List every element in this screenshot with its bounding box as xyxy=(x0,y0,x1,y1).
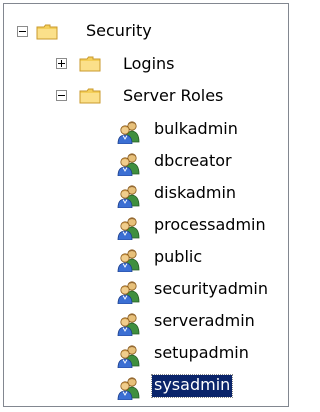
tree-node-label[interactable]: Server Roles xyxy=(121,86,225,108)
server-role-icon xyxy=(117,377,140,400)
server-role-icon xyxy=(117,121,140,144)
server-role-icon xyxy=(117,217,140,240)
expand-icon[interactable] xyxy=(56,58,67,69)
tree-node-label[interactable]: processadmin xyxy=(152,215,268,237)
object-explorer-tree[interactable]: Security Logins Server Roles bulkadmin d… xyxy=(3,3,289,407)
tree-node-label[interactable]: serveradmin xyxy=(152,311,257,333)
server-role-icon xyxy=(117,185,140,208)
server-role-icon xyxy=(117,313,140,336)
server-role-icon xyxy=(117,281,140,304)
tree-node-label[interactable]: securityadmin xyxy=(152,279,270,301)
folder-icon xyxy=(36,24,58,40)
tree-node-label[interactable]: Security xyxy=(84,21,154,43)
server-role-icon xyxy=(117,153,140,176)
tree-node-label[interactable]: bulkadmin xyxy=(152,119,240,141)
collapse-icon[interactable] xyxy=(56,90,67,101)
tree-node-label[interactable]: sysadmin xyxy=(150,374,234,398)
server-role-icon xyxy=(117,345,140,368)
tree-node-label[interactable]: public xyxy=(152,247,204,269)
server-role-icon xyxy=(117,249,140,272)
tree-node-label[interactable]: setupadmin xyxy=(152,343,251,365)
folder-icon xyxy=(79,88,101,104)
folder-icon xyxy=(79,56,101,72)
collapse-icon[interactable] xyxy=(17,26,28,37)
tree-node-label[interactable]: dbcreator xyxy=(152,151,234,173)
tree-node-label[interactable]: diskadmin xyxy=(152,183,238,205)
tree-node-label[interactable]: Logins xyxy=(121,54,177,76)
